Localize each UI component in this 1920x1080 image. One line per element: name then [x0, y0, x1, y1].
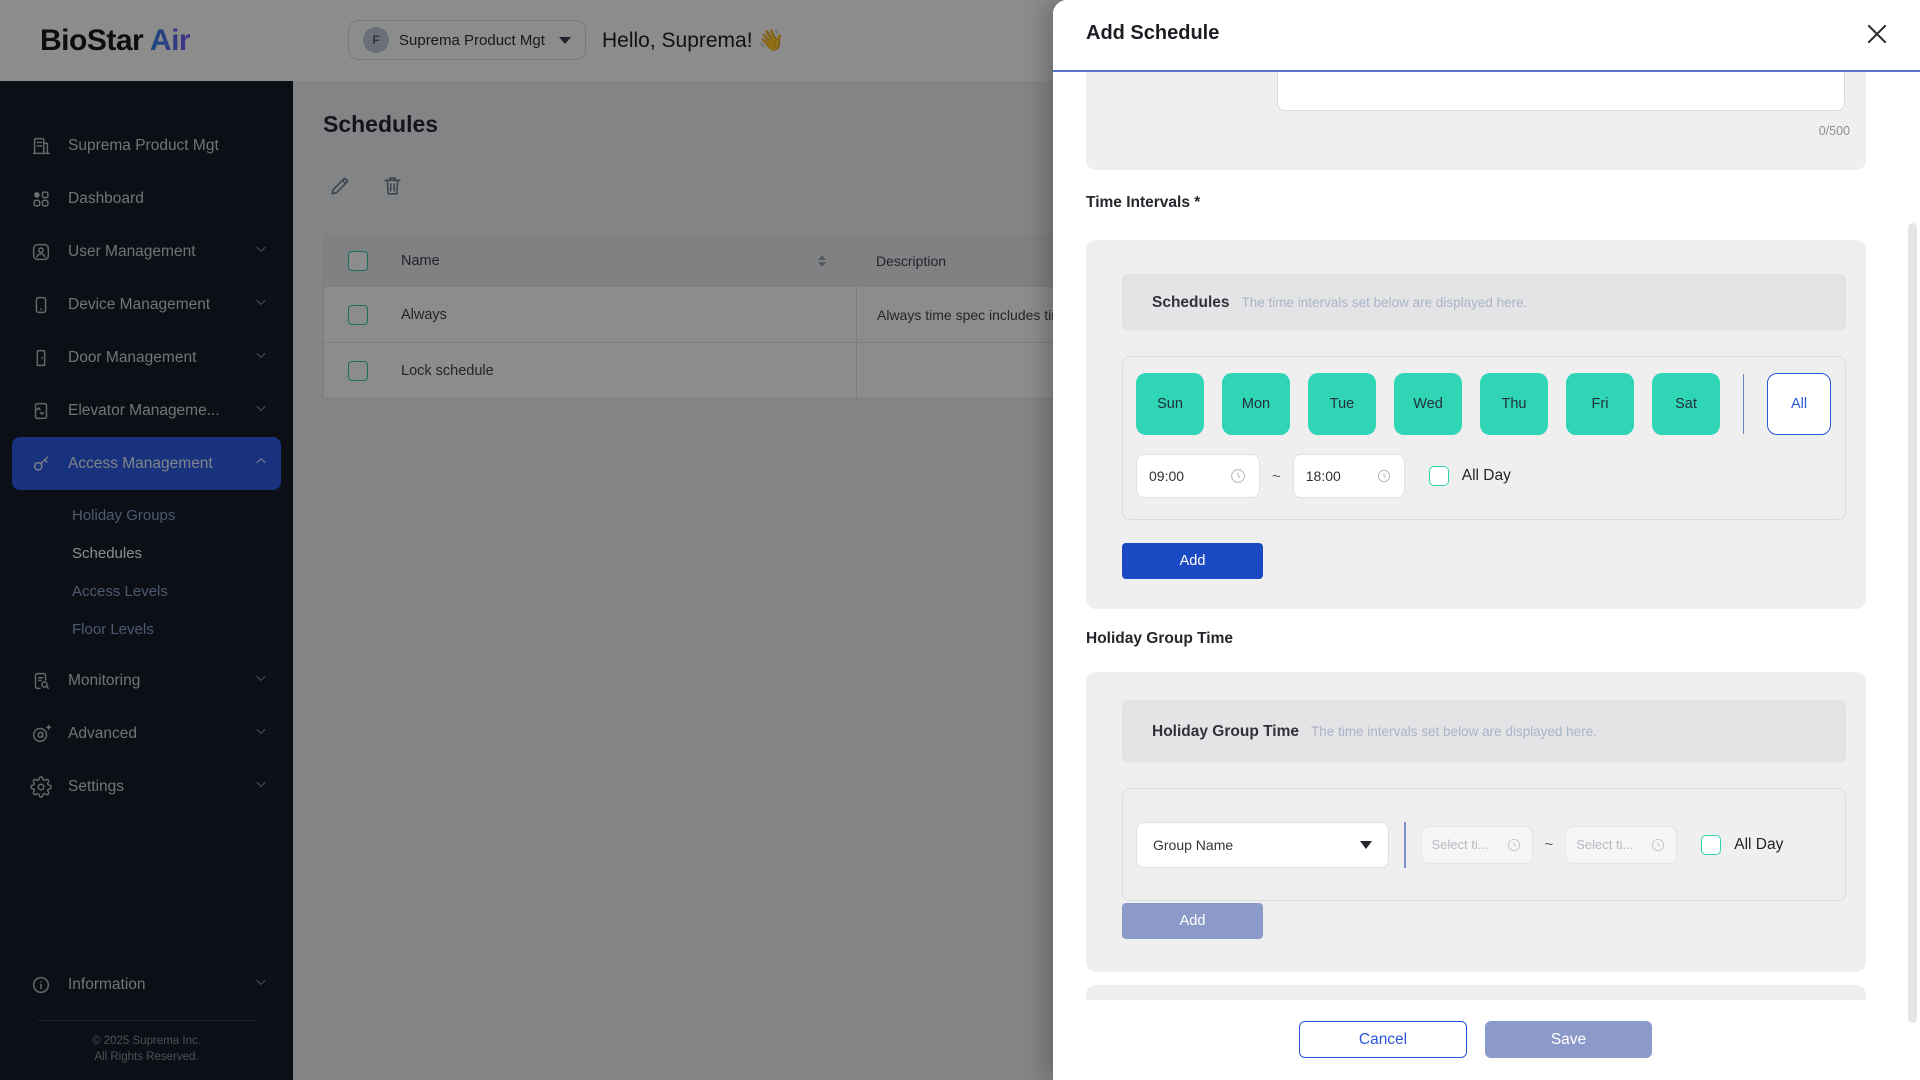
modal-footer: Cancel Save	[1053, 1000, 1920, 1080]
days-divider	[1743, 374, 1744, 434]
start-time-value[interactable]	[1149, 468, 1219, 484]
day-selector: Sun Mon Tue Wed Thu Fri Sat All	[1136, 373, 1832, 435]
next-section-peek	[1086, 985, 1866, 1000]
close-button[interactable]	[1860, 18, 1894, 52]
day-button-tue[interactable]: Tue	[1308, 373, 1376, 435]
time-range-row: ~ All Day	[1136, 454, 1832, 498]
range-separator: ~	[1272, 468, 1281, 485]
interval-editor: Sun Mon Tue Wed Thu Fri Sat All	[1122, 356, 1846, 520]
schedules-preview-hint: The time intervals set below are display…	[1242, 295, 1528, 310]
save-button[interactable]: Save	[1485, 1021, 1652, 1058]
day-button-all[interactable]: All	[1767, 373, 1831, 435]
end-time-value[interactable]	[1306, 468, 1376, 484]
end-time-input[interactable]	[1293, 454, 1405, 498]
holiday-group-label: Holiday Group Time	[1086, 630, 1233, 648]
start-time-input[interactable]	[1136, 454, 1260, 498]
holiday-editor: Group Name ~ All Day	[1122, 788, 1846, 901]
caret-down-icon	[1360, 841, 1372, 849]
clock-icon	[1506, 837, 1522, 853]
time-intervals-section: Schedules The time intervals set below a…	[1086, 240, 1866, 609]
modal-header: Add Schedule	[1053, 0, 1920, 72]
day-button-fri[interactable]: Fri	[1566, 373, 1634, 435]
modal-title: Add Schedule	[1086, 22, 1219, 45]
close-icon	[1864, 21, 1890, 47]
schedules-preview-box: Schedules The time intervals set below a…	[1122, 274, 1846, 331]
day-button-sun[interactable]: Sun	[1136, 373, 1204, 435]
description-section: 0/500	[1086, 72, 1866, 170]
holiday-end-time-value[interactable]	[1576, 837, 1638, 852]
holiday-all-day-checkbox[interactable]	[1701, 835, 1721, 855]
add-interval-button[interactable]: Add	[1122, 543, 1263, 579]
vertical-divider	[1404, 822, 1406, 868]
holiday-start-time-input[interactable]	[1421, 826, 1533, 864]
holiday-group-section: Holiday Group Time The time intervals se…	[1086, 672, 1866, 972]
modal-body: 0/500 Time Intervals * Schedules The tim…	[1053, 72, 1920, 1000]
holiday-preview-hint: The time intervals set below are display…	[1311, 724, 1597, 739]
cancel-button[interactable]: Cancel	[1299, 1021, 1467, 1058]
app-root: BioStar Air F Suprema Product Mgt Hello,…	[0, 0, 1920, 1080]
all-day-label: All Day	[1462, 467, 1511, 485]
day-button-thu[interactable]: Thu	[1480, 373, 1548, 435]
holiday-preview-box: Holiday Group Time The time intervals se…	[1122, 700, 1846, 763]
day-button-sat[interactable]: Sat	[1652, 373, 1720, 435]
range-separator: ~	[1545, 836, 1554, 853]
all-day-checkbox[interactable]	[1429, 466, 1449, 486]
clock-icon	[1650, 837, 1666, 853]
group-name-select[interactable]: Group Name	[1136, 822, 1389, 868]
description-textarea[interactable]	[1277, 72, 1845, 111]
char-counter: 0/500	[1819, 124, 1850, 138]
schedules-preview-title: Schedules	[1152, 294, 1230, 312]
holiday-preview-title: Holiday Group Time	[1152, 723, 1299, 741]
day-button-wed[interactable]: Wed	[1394, 373, 1462, 435]
group-name-value: Group Name	[1153, 837, 1233, 853]
holiday-all-day-label: All Day	[1734, 836, 1783, 854]
modal-scrollbar[interactable]	[1908, 223, 1917, 1023]
add-holiday-button[interactable]: Add	[1122, 903, 1263, 939]
time-intervals-label: Time Intervals *	[1086, 194, 1200, 212]
clock-icon	[1229, 467, 1247, 485]
clock-icon	[1376, 467, 1392, 485]
holiday-start-time-value[interactable]	[1432, 837, 1494, 852]
add-schedule-modal: Add Schedule 0/500 Time Intervals * Sche…	[1053, 0, 1920, 1080]
day-button-mon[interactable]: Mon	[1222, 373, 1290, 435]
holiday-end-time-input[interactable]	[1565, 826, 1677, 864]
